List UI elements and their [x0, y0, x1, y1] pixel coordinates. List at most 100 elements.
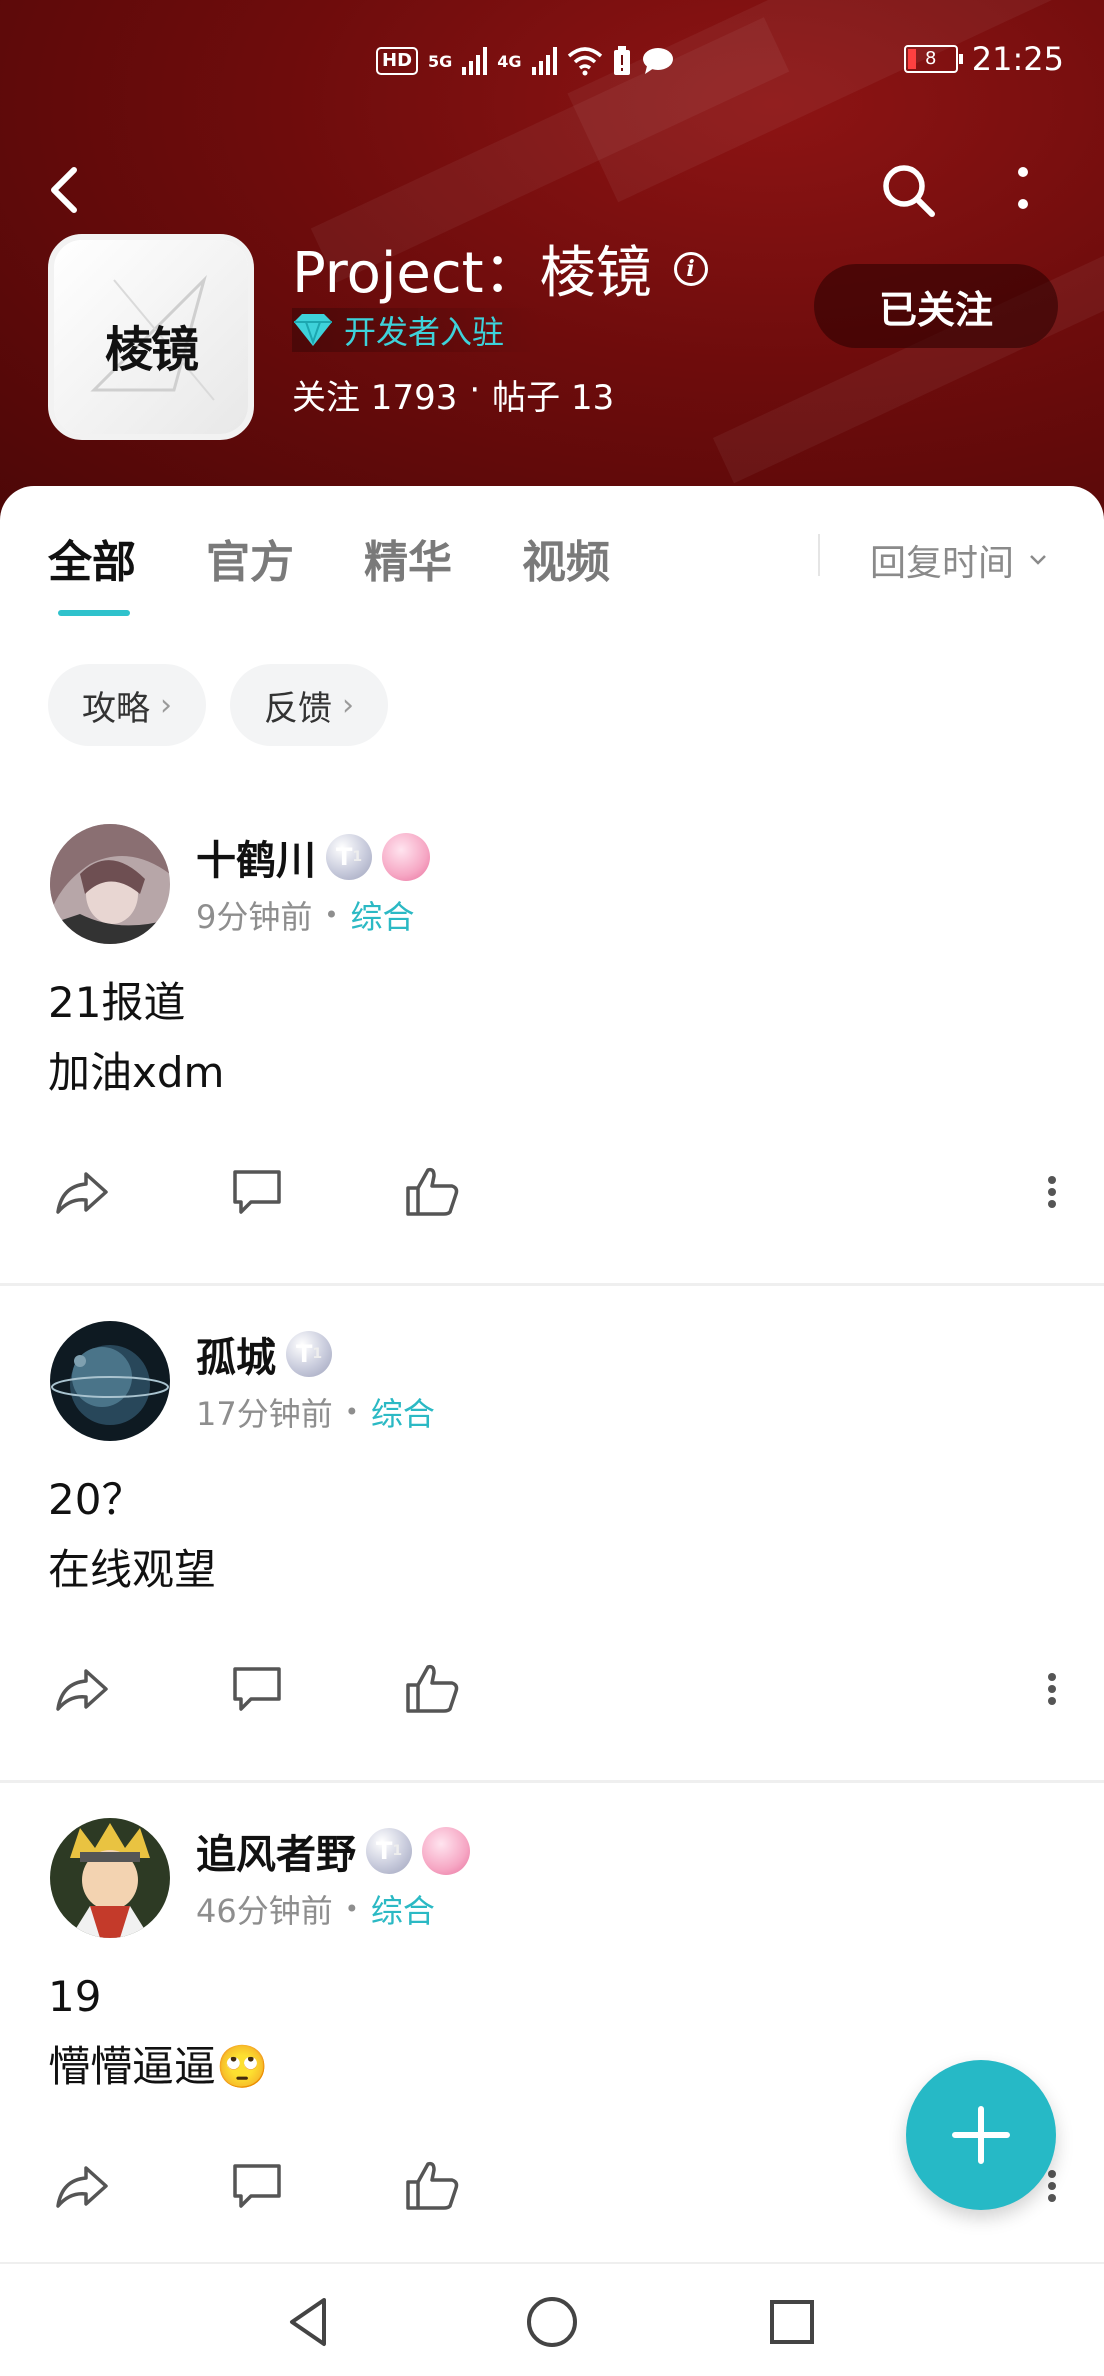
message-icon: [642, 48, 673, 74]
level-badge-icon: T1: [326, 834, 372, 880]
avatar[interactable]: [50, 1321, 170, 1441]
author-name[interactable]: 追风者野: [196, 1822, 356, 1880]
back-button[interactable]: [40, 160, 90, 220]
level-badge-label: T: [295, 1340, 313, 1368]
level-badge-sub: 1: [392, 1843, 403, 1859]
comment-button[interactable]: [227, 2156, 287, 2216]
level-badge-sub: 1: [352, 849, 363, 865]
nav-home-button[interactable]: [522, 2292, 582, 2352]
tab-video[interactable]: 视频: [522, 526, 610, 590]
more-vertical-icon: [1048, 1176, 1056, 1208]
post-body: 21报道 加油xdm: [48, 968, 224, 1108]
post-count: 帖子 13: [492, 378, 615, 418]
share-icon: [56, 1172, 108, 1214]
avatar[interactable]: [50, 1818, 170, 1938]
comment-button[interactable]: [227, 1659, 287, 1719]
battery-icon: 8: [903, 45, 963, 73]
thumbs-up-icon: [406, 2161, 459, 2210]
sort-label: 回复时间: [870, 543, 1015, 584]
post-line: 20？: [48, 1475, 144, 1524]
back-arrow-icon: [51, 167, 77, 213]
chip-feedback[interactable]: 反馈 ›: [230, 664, 388, 746]
post-more-button[interactable]: [1022, 1659, 1062, 1719]
circle-home-icon: [527, 2297, 577, 2347]
character-badge-icon: [422, 1827, 470, 1875]
search-button[interactable]: [878, 160, 938, 220]
nav-recents-button[interactable]: [762, 2292, 822, 2352]
comment-icon: [233, 1170, 281, 1214]
like-button[interactable]: [402, 1162, 462, 1222]
chevron-right-icon: ›: [160, 687, 172, 723]
post-category[interactable]: 综合: [351, 892, 415, 938]
avatar[interactable]: [50, 824, 170, 944]
post-card[interactable]: 十鹤川 T1 9分钟前 • 综合 21报道 加油xdm: [0, 792, 1104, 1286]
post-time: 9分钟前: [196, 898, 313, 936]
level-badge-icon: T1: [366, 1828, 412, 1874]
search-icon: [883, 165, 935, 217]
level-badge-sub: 1: [312, 1346, 323, 1362]
forum-title: Project：棱镜: [292, 241, 652, 306]
wifi-icon: [567, 47, 602, 76]
post-line: 在线观望: [48, 1545, 217, 1594]
post-meta: 46分钟前 • 综合: [196, 1886, 435, 1932]
post-line: 加油xdm: [48, 1048, 225, 1097]
level-badge-label: T: [375, 1837, 393, 1865]
share-button[interactable]: [52, 1162, 112, 1222]
more-vertical-icon: [1048, 1673, 1056, 1705]
more-options-button[interactable]: [1000, 160, 1046, 220]
post-line: 21报道: [48, 978, 186, 1027]
post-body: 20？ 在线观望: [48, 1465, 216, 1605]
post-body: 19 懵懵逼逼🙄: [48, 1962, 268, 2102]
post-actions: [52, 2156, 1062, 2216]
plus-icon: [952, 2106, 1010, 2164]
forum-title-row: Project：棱镜 i: [292, 228, 708, 309]
author-name[interactable]: 十鹤川: [196, 828, 316, 886]
tab-featured[interactable]: 精华: [364, 526, 452, 590]
post-actions: [52, 1659, 1062, 1719]
forum-stats: 关注 1793 · 帖子 13: [292, 370, 614, 419]
status-bar: HD 5G 4G 8 21:25: [0, 40, 1104, 96]
tab-official[interactable]: 官方: [206, 526, 294, 590]
follow-button[interactable]: 已关注: [814, 264, 1058, 348]
like-button[interactable]: [402, 2156, 462, 2216]
sort-dropdown[interactable]: 回复时间: [870, 534, 1048, 586]
post-card[interactable]: 追风者野 T1 46分钟前 • 综合 19 懵懵逼逼🙄: [0, 1786, 1104, 2280]
system-nav-bar: [0, 2262, 1104, 2376]
post-line: 19: [48, 1972, 102, 2021]
sim1-network: 5G: [428, 51, 453, 71]
author-row: 追风者野 T1: [196, 1822, 470, 1880]
post-meta: 9分钟前 • 综合: [196, 892, 415, 938]
more-vertical-icon: [1018, 167, 1028, 209]
follower-count: 关注 1793: [292, 378, 458, 418]
post-meta: 17分钟前 • 综合: [196, 1389, 435, 1435]
chip-guides[interactable]: 攻略 ›: [48, 664, 206, 746]
comment-button[interactable]: [227, 1162, 287, 1222]
post-card[interactable]: 孤城 T1 17分钟前 • 综合 20？ 在线观望: [0, 1289, 1104, 1783]
chip-guides-label: 攻略: [82, 688, 150, 729]
nav-back-button[interactable]: [280, 2292, 340, 2352]
create-post-button[interactable]: [906, 2060, 1056, 2210]
signal-icon: [462, 47, 488, 75]
diamond-icon: [294, 314, 332, 346]
post-category[interactable]: 综合: [371, 1886, 435, 1932]
author-row: 十鹤川 T1: [196, 828, 430, 886]
info-icon[interactable]: i: [673, 251, 708, 286]
share-button[interactable]: [52, 2156, 112, 2216]
comment-icon: [233, 1667, 281, 1711]
thumbs-up-icon: [406, 1167, 459, 1216]
post-actions: [52, 1162, 1062, 1222]
comment-icon: [233, 2164, 281, 2208]
post-more-button[interactable]: [1022, 1162, 1062, 1222]
triangle-back-icon: [290, 2298, 326, 2346]
like-button[interactable]: [402, 1659, 462, 1719]
sim2-network: 4G: [497, 51, 522, 71]
share-icon: [56, 2166, 108, 2208]
chevron-right-icon: ›: [342, 687, 354, 723]
chevron-down-icon: [1030, 555, 1046, 565]
author-name[interactable]: 孤城: [196, 1325, 276, 1383]
share-button[interactable]: [52, 1659, 112, 1719]
developer-badge: 开发者入驻: [292, 308, 545, 352]
tab-all[interactable]: 全部: [48, 526, 136, 616]
post-category[interactable]: 综合: [371, 1389, 435, 1435]
tab-divider: [818, 534, 820, 576]
